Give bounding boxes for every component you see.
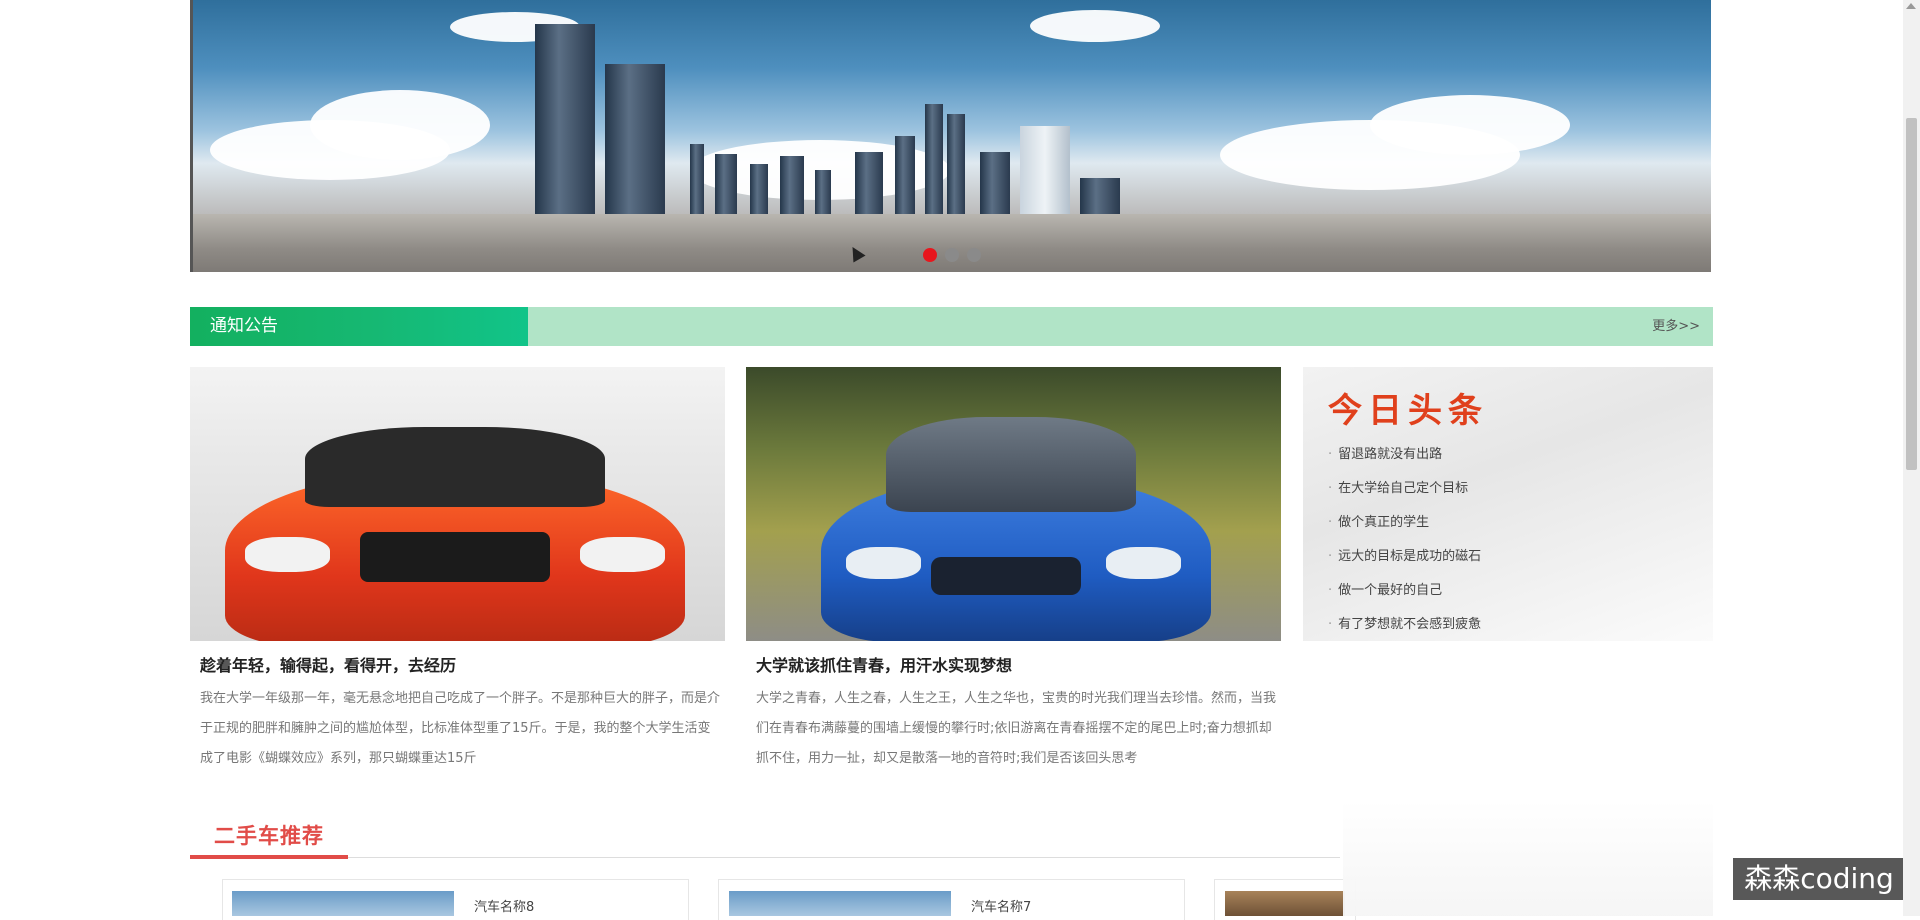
watermark: 森森coding — [1733, 858, 1905, 900]
headlines-logo: 今日头条 — [1328, 391, 1488, 431]
car-thumb-1[interactable] — [232, 891, 454, 916]
section-divider — [190, 857, 1340, 858]
section-title-underline — [190, 855, 348, 859]
scrollbar-thumb[interactable] — [1906, 118, 1917, 470]
news-image-blue-car[interactable] — [746, 367, 1281, 641]
car-name-2[interactable]: 汽车名称7 — [971, 896, 1031, 915]
car-name-1[interactable]: 汽车名称8 — [474, 896, 534, 915]
used-cars-title: 二手车推荐 — [214, 824, 324, 848]
headline-item[interactable]: 有了梦想就不会感到疲惫 — [1328, 613, 1481, 632]
news-desc-1: 我在大学一年级那一年，毫无悬念地把自己吃成了一个胖子。不是那种巨大的胖子，而是介… — [200, 691, 721, 766]
scroll-up-arrow-icon[interactable] — [1906, 3, 1916, 9]
notice-more-link[interactable]: 更多>> — [1652, 307, 1700, 346]
headline-item[interactable]: 留退路就没有出路 — [1328, 443, 1442, 462]
fading-popup-overlay — [1343, 800, 1713, 916]
car-thumb-2[interactable] — [729, 891, 951, 916]
notice-title: 通知公告 — [190, 307, 528, 346]
headline-item[interactable]: 做个真正的学生 — [1328, 511, 1429, 530]
headline-item[interactable]: 远大的目标是成功的磁石 — [1328, 545, 1481, 564]
hero-banner[interactable] — [190, 0, 1711, 272]
headline-item[interactable]: 做一个最好的自己 — [1328, 579, 1442, 598]
banner-edge — [190, 0, 193, 272]
carousel-dot-1[interactable] — [923, 248, 937, 262]
headline-item[interactable]: 在大学给自己定个目标 — [1328, 477, 1468, 496]
news-title-1[interactable]: 趁着年轻，输得起，看得开，去经历 — [200, 652, 456, 676]
news-title-2[interactable]: 大学就该抓住青春，用汗水实现梦想 — [756, 652, 1012, 676]
car-thumb-3[interactable] — [1225, 891, 1345, 916]
news-desc-2: 大学之青春，人生之春，人生之王，人生之华也，宝贵的时光我们理当去珍惜。然而，当我… — [756, 691, 1277, 766]
carousel-dot-2[interactable] — [945, 248, 959, 262]
news-image-red-car[interactable] — [190, 367, 725, 641]
carousel-dot-3[interactable] — [967, 248, 981, 262]
